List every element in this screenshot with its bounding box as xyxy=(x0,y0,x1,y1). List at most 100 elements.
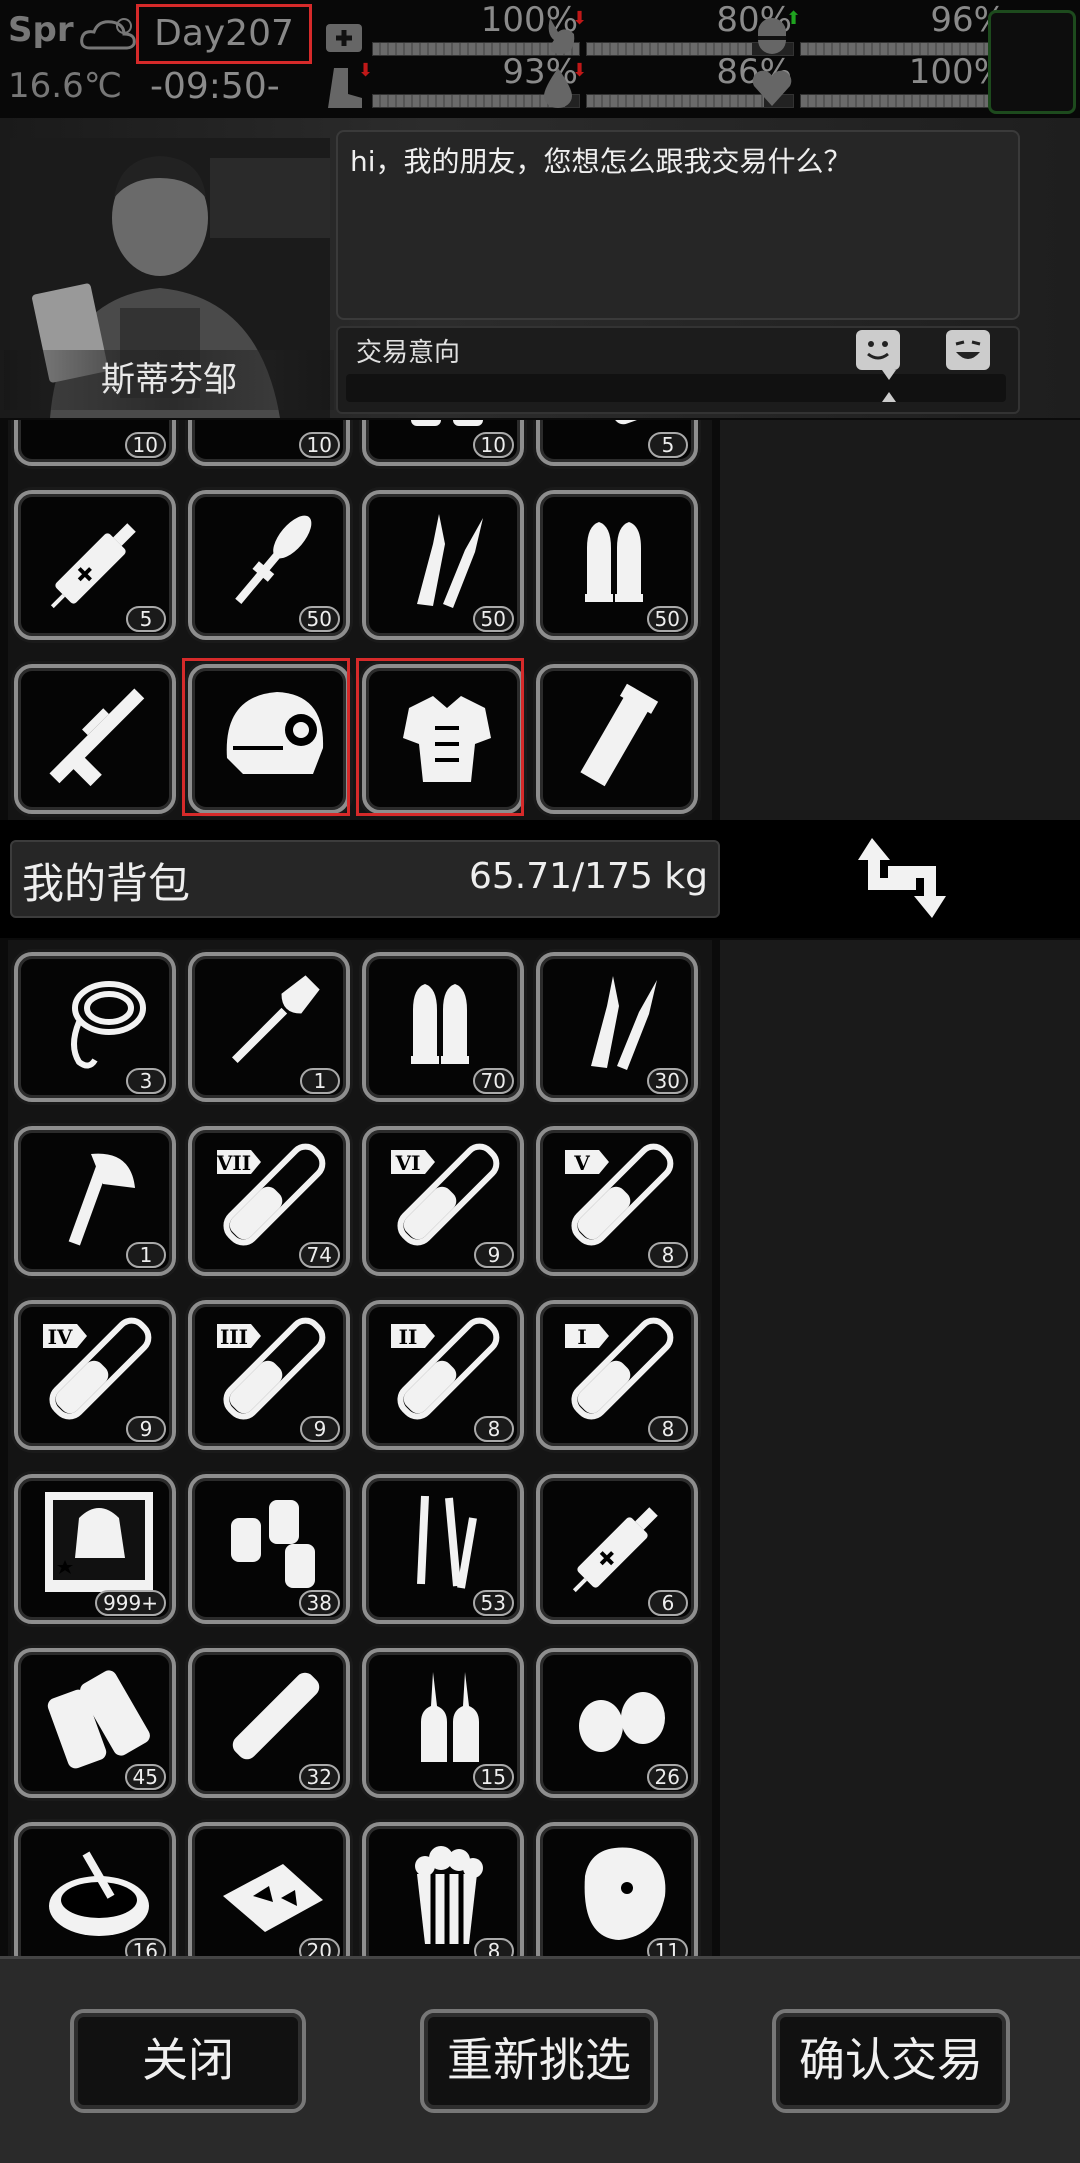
inventory-slot[interactable]: I8 xyxy=(536,1300,698,1450)
inventory-slot[interactable]: 38 xyxy=(188,1474,350,1624)
item-count: 5 xyxy=(648,432,688,458)
dialog-text: hi，我的朋友，您想怎么跟我交易什么？ xyxy=(350,145,852,178)
close-button[interactable]: 关闭 xyxy=(70,2009,306,2113)
item-count: 74 xyxy=(298,1242,340,1268)
intent-marker-icon xyxy=(882,370,896,380)
inventory-slot[interactable]: 5 xyxy=(14,490,176,640)
inventory-slot[interactable]: 1 xyxy=(14,1126,176,1276)
inventory-slot[interactable]: VII 74 xyxy=(188,1126,350,1276)
confirm-trade-button[interactable]: 确认交易 xyxy=(772,2009,1010,2113)
inventory-slot[interactable] xyxy=(536,664,698,814)
trade-intent-label: 交易意向 xyxy=(356,338,461,368)
dialog-box: hi，我的朋友，您想怎么跟我交易什么？ xyxy=(336,130,1020,320)
item-count: 15 xyxy=(472,1764,514,1790)
item-count: 1 xyxy=(126,1242,166,1268)
svg-text:IV: IV xyxy=(48,1325,73,1349)
item-count: 8 xyxy=(474,1416,514,1442)
stat-bar xyxy=(800,94,1008,108)
item-count: 10 xyxy=(472,432,514,458)
inventory-slot[interactable]: 32 xyxy=(188,1648,350,1798)
item-count: 32 xyxy=(298,1764,340,1790)
inventory-slot[interactable]: 3 xyxy=(14,952,176,1102)
item-count: 53 xyxy=(472,1590,514,1616)
selected-item-highlight xyxy=(182,658,350,816)
stat-bar-fill xyxy=(587,95,765,107)
inventory-slot[interactable]: 16 xyxy=(14,1822,176,1956)
arrow-down-icon: ⬇ xyxy=(572,60,588,81)
weather-cloud-icon xyxy=(78,14,138,58)
inventory-slot[interactable]: 50 xyxy=(188,490,350,640)
inventory-slot[interactable]: 50 xyxy=(362,490,524,640)
item-count: 38 xyxy=(298,1590,340,1616)
inventory-slot[interactable]: 10 xyxy=(14,420,176,466)
inventory-slot[interactable]: 50 xyxy=(536,490,698,640)
reselect-button[interactable]: 重新挑选 xyxy=(420,2009,658,2113)
inventory-slot[interactable]: V8 xyxy=(536,1126,698,1276)
item-count: 8 xyxy=(648,1416,688,1442)
grin-face-icon xyxy=(946,330,990,370)
inventory-slot[interactable]: III 9 xyxy=(188,1300,350,1450)
inventory-slot[interactable]: VI 9 xyxy=(362,1126,524,1276)
backpack-title: 我的背包 xyxy=(22,859,191,908)
inventory-slot[interactable]: 5 xyxy=(536,420,698,466)
trade-intent-bar xyxy=(346,370,1006,402)
inventory-slot[interactable]: 1 xyxy=(188,952,350,1102)
intent-marker-up-icon xyxy=(882,392,896,402)
heart-icon xyxy=(750,66,794,110)
item-count: 26 xyxy=(646,1764,688,1790)
item-count: 3 xyxy=(126,1068,166,1094)
trade-intent-panel: 交易意向 xyxy=(336,326,1020,414)
game-clock: -09:50- xyxy=(150,66,280,107)
svg-text:II: II xyxy=(399,1325,418,1349)
item-count: 50 xyxy=(646,606,688,632)
inventory-slot[interactable]: 11 xyxy=(536,1822,698,1956)
item-count: 1 xyxy=(300,1068,340,1094)
item-count: 8 xyxy=(474,1938,514,1956)
merchant-detail-panel xyxy=(720,420,1080,820)
inventory-slot[interactable]: 6 xyxy=(536,1474,698,1624)
backpack-inventory[interactable]: 3 1 70 30 1 VII 74 VI 9 V8 IV 9 III 9 II 8 I 8 999+… xyxy=(8,940,712,1956)
svg-text:III: III xyxy=(220,1325,248,1349)
item-count: 11 xyxy=(646,1938,688,1956)
svg-text:I: I xyxy=(577,1325,586,1349)
inventory-slot[interactable]: 20 xyxy=(188,1822,350,1956)
inventory-slot[interactable]: 10 xyxy=(362,420,524,466)
svg-text:V: V xyxy=(573,1151,590,1175)
inventory-slot[interactable]: 26 xyxy=(536,1648,698,1798)
item-count: 50 xyxy=(472,606,514,632)
inventory-slot[interactable]: 15 xyxy=(362,1648,524,1798)
inventory-slot[interactable]: 999+ xyxy=(14,1474,176,1624)
day-counter: Day207 xyxy=(136,4,312,64)
backpack-detail-panel xyxy=(720,940,1080,1956)
item-count: 8 xyxy=(648,1242,688,1268)
merchant-inventory[interactable]: 10 10 10 5 5 50 50 50 xyxy=(8,420,712,820)
item-count: 50 xyxy=(298,606,340,632)
svg-text:VII: VII xyxy=(216,1151,251,1175)
item-count: 45 xyxy=(124,1764,166,1790)
arrow-down-icon: ⬇ xyxy=(572,8,588,29)
inventory-slot[interactable]: 8 xyxy=(362,1822,524,1956)
inventory-slot[interactable]: 10 xyxy=(188,420,350,466)
inventory-slot[interactable]: 30 xyxy=(536,952,698,1102)
backpack-header: 我的背包 65.71/175 kg xyxy=(0,820,1080,938)
inventory-slot[interactable]: 53 xyxy=(362,1474,524,1624)
swap-arrows-icon[interactable] xyxy=(852,830,952,926)
stat-bar-fill xyxy=(801,95,1007,107)
player-portrait-button[interactable] xyxy=(988,10,1076,114)
svg-text:VI: VI xyxy=(395,1151,421,1175)
item-count: 10 xyxy=(298,432,340,458)
inventory-slot[interactable]: IV 9 xyxy=(14,1300,176,1450)
inventory-slot[interactable]: 70 xyxy=(362,952,524,1102)
inventory-slot[interactable]: II 8 xyxy=(362,1300,524,1450)
inventory-slot[interactable] xyxy=(14,664,176,814)
arrow-down-icon: ⬇ xyxy=(358,60,374,81)
npc-panel: 斯蒂芬邹 hi，我的朋友，您想怎么跟我交易什么？ 交易意向 xyxy=(0,118,1080,418)
backpack-info: 我的背包 65.71/175 kg xyxy=(10,840,720,918)
item-count: 999+ xyxy=(95,1590,166,1616)
backpack-weight: 65.71/175 kg xyxy=(468,856,708,897)
item-count: 6 xyxy=(648,1590,688,1616)
item-count: 30 xyxy=(646,1068,688,1094)
item-count: 9 xyxy=(300,1416,340,1442)
inventory-slot[interactable]: 45 xyxy=(14,1648,176,1798)
temperature: 16.6℃ xyxy=(8,66,122,106)
